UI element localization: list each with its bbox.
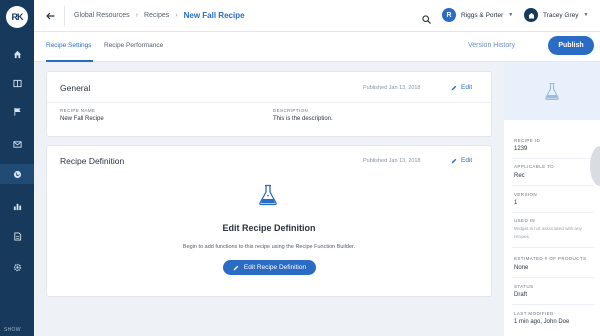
document-icon[interactable]	[0, 226, 34, 246]
breadcrumb-recipes[interactable]: Recipes	[144, 12, 169, 19]
general-edit-button[interactable]: Edit	[451, 84, 472, 91]
breadcrumb: Global Resources › Recipes › New Fall Re…	[74, 11, 245, 20]
chart-icon[interactable]	[0, 196, 34, 216]
header-divider	[64, 6, 65, 26]
description-label: DESCRIPTION	[273, 108, 309, 113]
applicable-to-value: Rec	[514, 173, 525, 179]
home-icon[interactable]	[0, 44, 34, 64]
status-label: STATUS	[514, 284, 534, 289]
version-value: 1	[514, 200, 518, 206]
back-arrow-icon[interactable]	[44, 10, 56, 22]
version-history-link[interactable]: Version History	[468, 42, 515, 49]
tab-recipe-performance[interactable]: Recipe Performance	[104, 42, 163, 49]
estimated-products-value: None	[514, 265, 529, 271]
chevron-right-icon: ›	[175, 12, 178, 19]
search-icon[interactable]	[422, 11, 431, 24]
definition-published-date: Published Jan 13, 2018	[363, 158, 421, 164]
pencil-icon	[451, 85, 457, 90]
general-card: General Published Jan 13, 2018 Edit RECI…	[47, 72, 491, 136]
org-avatar: R	[442, 8, 456, 22]
app-logo[interactable]: RK	[0, 0, 34, 34]
show-label[interactable]: SHOW	[4, 327, 21, 333]
recipe-id-value: 1239	[514, 146, 528, 152]
publish-button[interactable]: Publish	[548, 36, 594, 55]
divider	[512, 185, 594, 186]
user-avatar-icon	[524, 8, 538, 22]
empty-state-title: Edit Recipe Definition	[222, 223, 316, 233]
org-name: Riggs & Porter	[461, 11, 504, 19]
tab-recipe-settings[interactable]: Recipe Settings	[46, 42, 92, 49]
empty-state-subtitle: Begin to add functions to this recipe us…	[182, 244, 356, 250]
general-edit-label: Edit	[461, 84, 473, 91]
gear-icon[interactable]	[0, 257, 34, 277]
recipe-hero	[504, 62, 600, 120]
recipe-id-label: RECIPE ID	[514, 138, 541, 143]
breadcrumb-global-resources[interactable]: Global Resources	[74, 12, 130, 19]
flask-icon	[545, 82, 559, 101]
last-modified-label: LAST MODIFIED	[514, 311, 554, 316]
version-label: VERSION	[514, 192, 538, 197]
chevron-right-icon: ›	[135, 12, 138, 19]
user-menu[interactable]: Tracey Grey ▼	[524, 8, 588, 22]
recipe-name-label: RECIPE NAME	[60, 108, 96, 113]
top-header: Global Resources › Recipes › New Fall Re…	[34, 0, 600, 32]
used-in-label: USED IN	[514, 218, 536, 223]
globe-icon[interactable]	[0, 164, 34, 184]
left-nav-rail: RK SHOW	[0, 0, 34, 336]
mail-icon[interactable]	[0, 134, 34, 154]
recipe-name-value: New Fall Recipe	[60, 116, 104, 122]
edit-recipe-definition-label: Edit Recipe Definition	[243, 264, 307, 271]
logo-mark: RK	[6, 6, 28, 28]
divider	[512, 247, 594, 248]
chevron-down-icon: ▼	[508, 12, 514, 18]
edit-recipe-definition-button[interactable]: Edit Recipe Definition	[223, 260, 316, 275]
estimated-products-label: ESTIMATED # OF PRODUCTS	[514, 256, 587, 261]
org-switcher[interactable]: R Riggs & Porter ▼	[442, 8, 513, 22]
definition-edit-button[interactable]: Edit	[451, 157, 472, 164]
details-panel: RECIPE ID 1239 APPLICABLE TO Rec VERSION…	[504, 62, 600, 336]
page-title: New Fall Recipe	[183, 11, 245, 20]
used-in-value: Widget is not associated with any recipe…	[514, 226, 582, 239]
divider	[512, 212, 594, 213]
status-value: Draft	[514, 292, 528, 298]
tab-bar: Recipe Settings Recipe Performance Versi…	[34, 32, 600, 62]
chevron-down-icon: ▼	[583, 12, 589, 18]
recipe-definition-title: Recipe Definition	[60, 156, 125, 166]
pencil-icon	[233, 265, 239, 270]
divider	[512, 158, 594, 159]
divider	[512, 277, 594, 278]
general-title: General	[60, 83, 91, 93]
user-name: Tracey Grey	[543, 11, 579, 19]
general-published-date: Published Jan 13, 2018	[363, 85, 421, 91]
definition-edit-label: Edit	[461, 157, 473, 164]
description-value: This is the description.	[273, 116, 333, 122]
book-icon[interactable]	[0, 73, 34, 93]
divider	[512, 304, 594, 305]
flag-icon[interactable]	[0, 101, 34, 121]
last-modified-value: 1 min ago, John Doe	[514, 319, 570, 325]
applicable-to-label: APPLICABLE TO	[514, 164, 555, 169]
divider	[47, 102, 491, 103]
pencil-icon	[451, 158, 457, 163]
flask-icon	[259, 184, 277, 206]
recipe-definition-card: Recipe Definition Published Jan 13, 2018…	[47, 146, 491, 296]
active-tab-indicator	[46, 60, 93, 62]
